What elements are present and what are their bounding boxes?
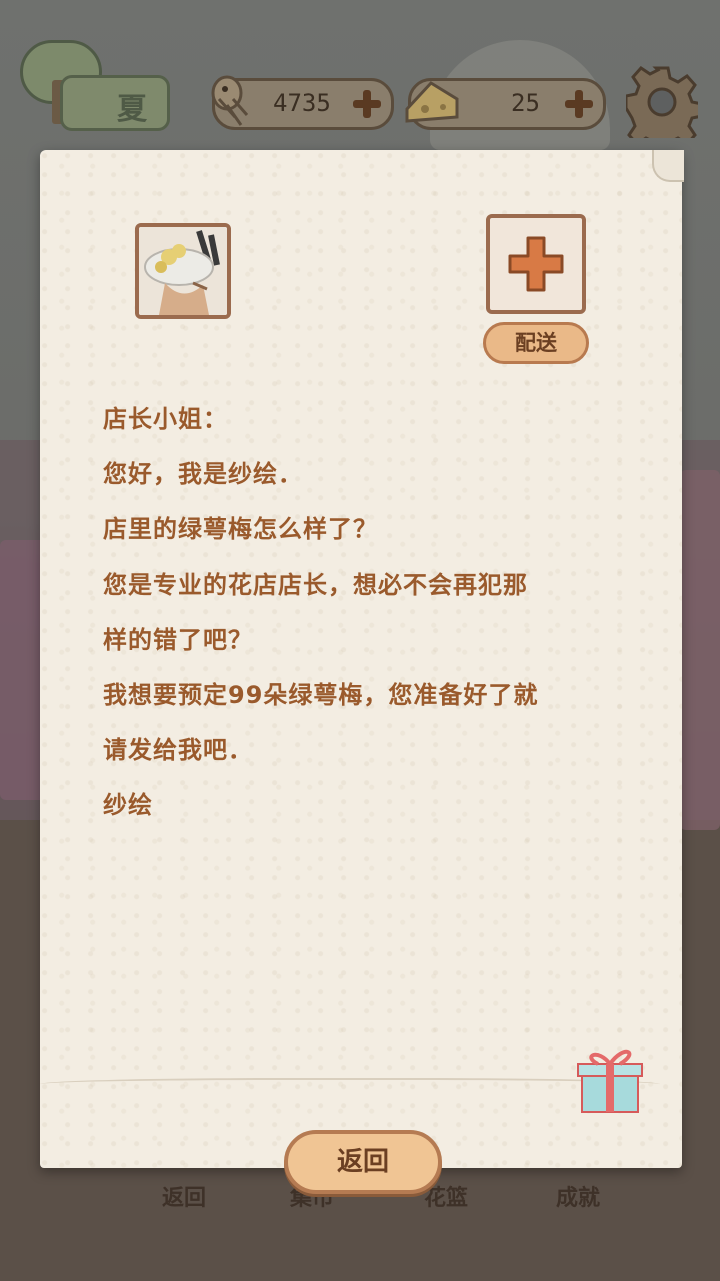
paper-curl xyxy=(652,150,684,182)
add-fish-button[interactable] xyxy=(351,88,383,120)
customer-avatar xyxy=(135,223,231,319)
flower-slot[interactable] xyxy=(486,214,586,314)
letter-line: 您是专业的花店店长，想必不会再犯那 xyxy=(103,570,528,599)
letter-paper: 配送 店长小姐： 您好，我是纱绘． 店里的绿萼梅怎么样了？ 您是专业的花店店长，… xyxy=(40,150,684,1168)
rabbit-portrait-icon xyxy=(139,227,227,315)
gift-box-icon[interactable] xyxy=(568,1042,644,1116)
letter-line: 请发给我吧． xyxy=(103,736,253,765)
season-badge[interactable]: 夏 xyxy=(60,75,170,131)
letter-signature: 纱绘 xyxy=(103,791,153,820)
cheese-counter: 25 xyxy=(405,78,606,130)
letter-line: 店里的绿萼梅怎么样了？ xyxy=(103,515,378,544)
season-label: 夏 xyxy=(117,92,147,127)
cheese-count: 25 xyxy=(511,89,540,117)
letter-line: 您好，我是纱绘． xyxy=(103,460,303,489)
plus-icon xyxy=(508,236,564,292)
add-cheese-button[interactable] xyxy=(563,88,595,120)
cheese-icon xyxy=(405,81,459,123)
letter-line: 样的错了吧？ xyxy=(103,625,253,654)
letter-body: 店长小姐： 您好，我是纱绘． 店里的绿萼梅怎么样了？ 您是专业的花店店长，想必不… xyxy=(103,392,663,834)
letter-line: 店长小姐： xyxy=(103,405,228,433)
deliver-button[interactable]: 配送 xyxy=(483,322,589,364)
gear-icon[interactable] xyxy=(626,66,698,138)
fish-bone-icon xyxy=(211,75,249,126)
nav-achievements: 成就 xyxy=(556,1186,601,1211)
fish-counter: 4735 xyxy=(211,75,394,130)
nav-back: 返回 xyxy=(162,1186,207,1211)
fish-count: 4735 xyxy=(273,89,331,117)
back-button[interactable]: 返回 xyxy=(284,1130,442,1194)
letter-line: 我想要预定99朵绿萼梅，您准备好了就 xyxy=(103,680,539,709)
right-shelf xyxy=(680,470,720,830)
